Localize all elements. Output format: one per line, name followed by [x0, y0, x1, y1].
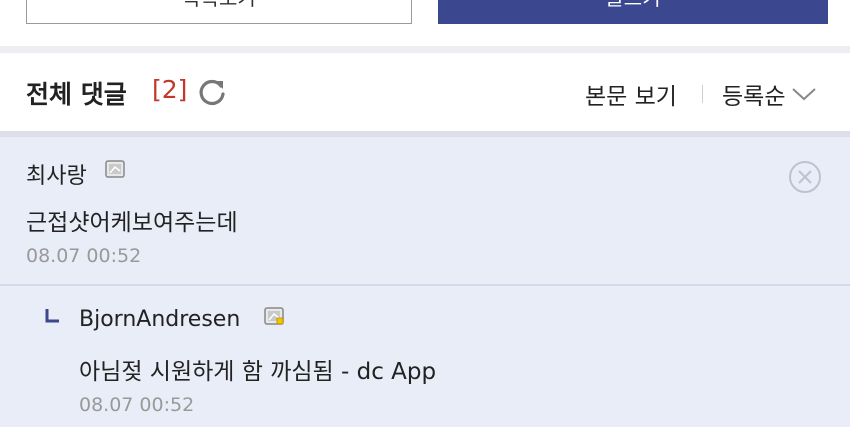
reply-body: 아님젖 시원하게 함 까심됨 - dc App	[79, 359, 437, 385]
comment-item: 최사랑 근접샷어케보여주는데 08.07 00:52	[0, 137, 850, 284]
sort-label: 등록순	[722, 84, 786, 110]
view-post-link[interactable]: 본문 보기	[585, 77, 677, 111]
comment-time: 08.07 00:52	[26, 245, 142, 267]
reply-time: 08.07 00:52	[79, 394, 195, 416]
sort-select[interactable]: 등록순	[722, 77, 817, 111]
reply-item: BjornAndresen 아님젖 시원하게 함 까심됨 - dc App 08…	[0, 286, 850, 427]
refresh-icon[interactable]	[197, 77, 227, 107]
chevron-down-icon	[792, 88, 817, 101]
user-badge-icon	[264, 307, 284, 325]
comments-page: 목록보기 글쓰기 전체 댓글 [2] 본문 보기 등록순 최사랑	[0, 0, 850, 427]
user-badge-icon	[105, 160, 125, 178]
comments-count: [2]	[152, 75, 188, 104]
comment-body: 근접샷어케보여주는데	[26, 210, 238, 236]
write-button-label: 글쓰기	[605, 0, 660, 11]
comment-list: 최사랑 근접샷어케보여주는데 08.07 00:52 BjornAndresen	[0, 137, 850, 427]
reply-arrow-icon	[45, 309, 59, 323]
list-button-label: 목록보기	[182, 0, 256, 11]
reply-author[interactable]: BjornAndresen	[79, 307, 240, 332]
comments-title: 전체 댓글	[26, 80, 127, 109]
comments-header: 전체 댓글 [2] 본문 보기 등록순	[0, 53, 850, 131]
section-divider	[0, 46, 850, 53]
close-circle-icon[interactable]	[788, 160, 822, 194]
write-button[interactable]: 글쓰기	[438, 0, 828, 24]
header-divider	[702, 85, 703, 103]
top-button-row: 목록보기 글쓰기	[0, 0, 850, 38]
list-button[interactable]: 목록보기	[26, 0, 412, 24]
comment-author[interactable]: 최사랑	[26, 158, 87, 190]
